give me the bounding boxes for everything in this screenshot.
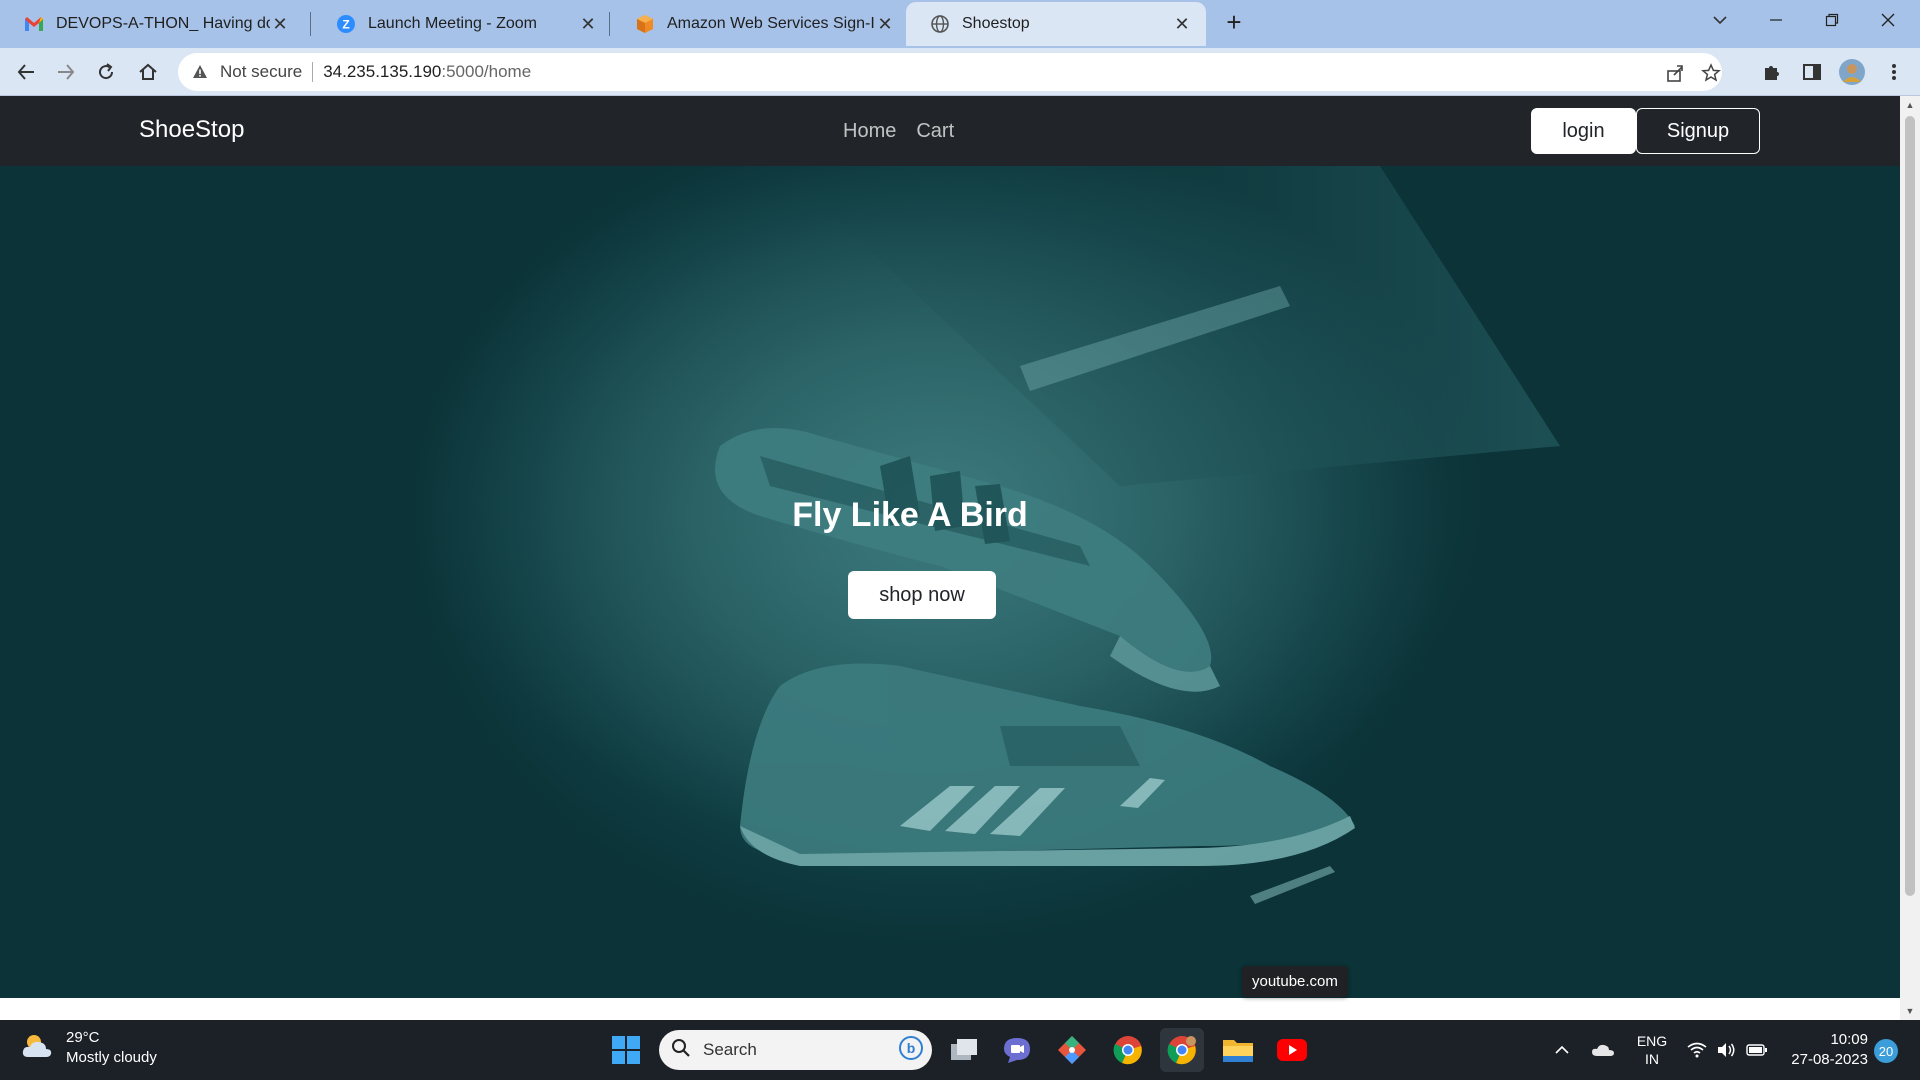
nav-cart-link[interactable]: Cart xyxy=(916,120,954,143)
zoom-icon: Z xyxy=(336,14,356,34)
svg-text:b: b xyxy=(907,1040,916,1056)
tab-strip: DEVOPS-A-THON_ Having doubt ✕ Z Launch M… xyxy=(0,0,1920,48)
taskbar-search[interactable]: Search b xyxy=(659,1030,932,1070)
onedrive-icon[interactable] xyxy=(1588,1020,1618,1080)
battery-icon[interactable] xyxy=(1744,1020,1770,1080)
chrome-icon[interactable] xyxy=(1106,1028,1150,1072)
tab-title: DEVOPS-A-THON_ Having doubt xyxy=(56,15,270,32)
tab-shoestop[interactable]: Shoestop ✕ xyxy=(906,2,1206,46)
windows-taskbar: 29°C Mostly cloudy Search b ENG IN 10:09… xyxy=(0,1020,1920,1080)
address-separator xyxy=(312,62,314,82)
login-button[interactable]: login xyxy=(1531,108,1636,154)
language-label: ENG xyxy=(1636,1033,1668,1049)
gmail-icon xyxy=(24,14,44,34)
weather-temp: 29°C xyxy=(66,1029,100,1046)
nav-home-link[interactable]: Home xyxy=(843,120,896,143)
nav-links: Home Cart xyxy=(843,120,954,143)
site-navbar: ShoeStop Home Cart login Signup xyxy=(0,96,1900,166)
search-icon xyxy=(671,1038,691,1063)
share-icon[interactable] xyxy=(1664,62,1686,84)
aws-icon xyxy=(635,14,655,34)
close-tab-icon[interactable]: ✕ xyxy=(875,14,895,34)
hero-banner: Fly Like A Bird shop now xyxy=(0,166,1900,998)
taskbar-clock[interactable]: 10:09 27-08-2023 xyxy=(1778,1030,1868,1070)
cloudy-weather-icon xyxy=(20,1031,54,1066)
close-tab-icon[interactable]: ✕ xyxy=(270,14,290,34)
weather-widget[interactable]: 29°C Mostly cloudy xyxy=(20,1028,157,1068)
forward-icon[interactable] xyxy=(52,58,80,86)
notification-badge[interactable]: 20 xyxy=(1874,1039,1898,1063)
tab-title: Launch Meeting - Zoom xyxy=(368,15,537,32)
tab-search-icon[interactable] xyxy=(1692,0,1748,40)
tab-separator xyxy=(609,12,610,36)
close-tab-icon[interactable]: ✕ xyxy=(578,14,598,34)
close-window-icon[interactable] xyxy=(1860,0,1916,40)
clock-date: 27-08-2023 xyxy=(1791,1051,1868,1068)
screen: DEVOPS-A-THON_ Having doubt ✕ Z Launch M… xyxy=(0,0,1920,1080)
reload-icon[interactable] xyxy=(92,58,120,86)
task-view-icon[interactable] xyxy=(942,1028,986,1072)
hero-title: Fly Like A Bird xyxy=(792,496,1028,534)
show-hidden-icons-icon[interactable] xyxy=(1550,1020,1574,1080)
page-viewport: ShoeStop Home Cart login Signup Fly Like… xyxy=(0,96,1900,1020)
minimize-icon[interactable] xyxy=(1748,0,1804,40)
scroll-up-icon[interactable]: ▲ xyxy=(1905,100,1915,110)
git-app-icon[interactable] xyxy=(1050,1028,1094,1072)
status-hover-url: youtube.com xyxy=(1242,966,1348,997)
address-bar[interactable]: Not secure 34.235.135.190 :5000/home xyxy=(178,53,1722,91)
bookmark-star-icon[interactable] xyxy=(1700,62,1722,84)
url-path: :5000/home xyxy=(441,62,532,81)
language-indicator[interactable]: ENG IN xyxy=(1630,1020,1674,1080)
scroll-thumb[interactable] xyxy=(1905,116,1915,896)
extensions-icon[interactable] xyxy=(1758,58,1786,86)
search-placeholder: Search xyxy=(703,1040,757,1059)
bing-icon: b xyxy=(898,1035,924,1066)
globe-icon xyxy=(930,14,950,34)
region-label: IN xyxy=(1645,1051,1659,1067)
site-brand[interactable]: ShoeStop xyxy=(139,116,244,144)
scroll-down-icon[interactable]: ▼ xyxy=(1905,1006,1915,1016)
side-panel-icon[interactable] xyxy=(1798,58,1826,86)
browser-toolbar: Not secure 34.235.135.190 :5000/home xyxy=(0,48,1920,96)
url-host: 34.235.135.190 xyxy=(323,62,442,81)
youtube-icon[interactable] xyxy=(1270,1028,1314,1072)
volume-icon[interactable] xyxy=(1714,1020,1738,1080)
home-icon[interactable] xyxy=(134,58,162,86)
wifi-icon[interactable] xyxy=(1684,1020,1710,1080)
tab-zoom[interactable]: Z Launch Meeting - Zoom ✕ xyxy=(312,2,612,46)
warning-icon[interactable] xyxy=(190,62,210,82)
file-explorer-icon[interactable] xyxy=(1216,1028,1260,1072)
shop-now-button[interactable]: shop now xyxy=(848,571,996,619)
tab-aws[interactable]: Amazon Web Services Sign-In ✕ xyxy=(611,2,909,46)
back-icon[interactable] xyxy=(12,58,40,86)
avatar[interactable] xyxy=(1838,58,1866,86)
menu-icon[interactable] xyxy=(1880,58,1908,86)
teams-chat-icon[interactable] xyxy=(995,1028,1039,1072)
close-tab-icon[interactable]: ✕ xyxy=(1172,14,1192,34)
tab-title: Amazon Web Services Sign-In xyxy=(667,15,875,32)
start-button[interactable] xyxy=(604,1028,648,1072)
restore-icon[interactable] xyxy=(1804,0,1860,40)
tab-separator xyxy=(310,12,311,36)
tab-title: Shoestop xyxy=(962,15,1030,32)
svg-text:Z: Z xyxy=(342,18,349,32)
tab-gmail[interactable]: DEVOPS-A-THON_ Having doubt ✕ xyxy=(0,2,304,46)
weather-condition: Mostly cloudy xyxy=(66,1049,157,1066)
security-label: Not secure xyxy=(220,62,303,81)
chrome-profile-icon[interactable] xyxy=(1160,1028,1204,1072)
new-tab-button[interactable]: + xyxy=(1220,8,1248,36)
page-scrollbar[interactable]: ▲ ▼ xyxy=(1900,96,1920,1020)
clock-time: 10:09 xyxy=(1830,1031,1868,1048)
signup-button[interactable]: Signup xyxy=(1636,108,1760,154)
